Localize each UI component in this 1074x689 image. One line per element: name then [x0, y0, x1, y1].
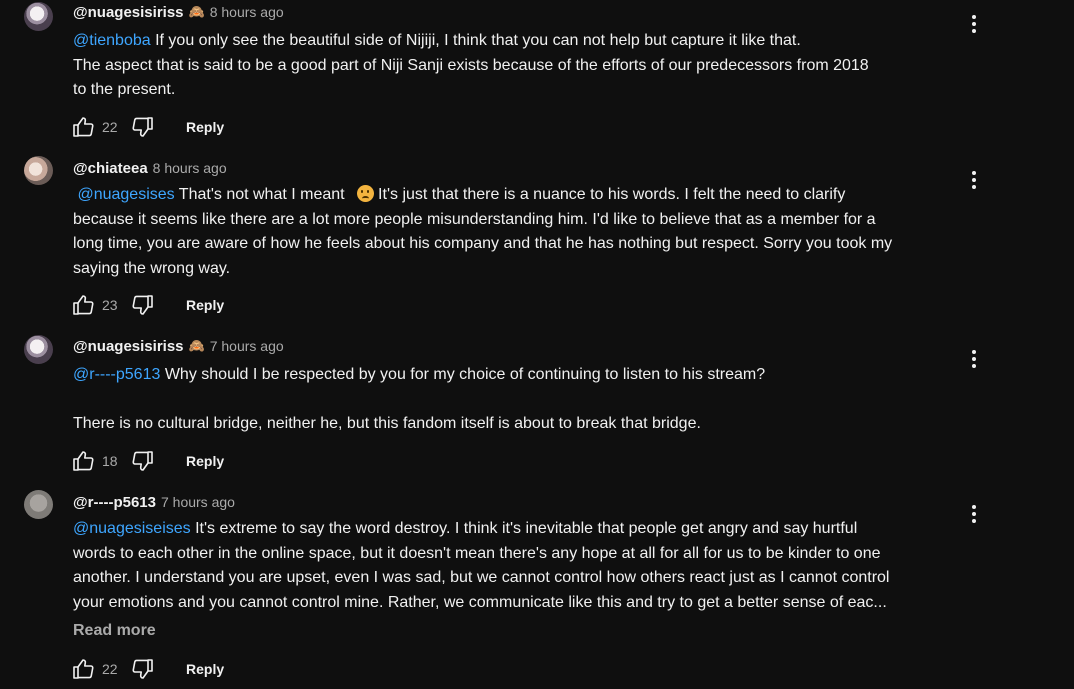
like-count: 23 [102, 297, 118, 313]
more-vertical-icon[interactable] [962, 502, 986, 526]
mention-link[interactable]: @r----p5613 [73, 366, 160, 383]
mention-link[interactable]: @nuagesises [77, 186, 174, 203]
avatar[interactable] [24, 2, 53, 31]
mention-link[interactable]: @nuagesiseises [73, 520, 191, 537]
comment-toolbar: 22 Reply [70, 113, 224, 141]
more-vertical-icon[interactable] [962, 168, 986, 192]
timestamp[interactable]: 8 hours ago [153, 160, 227, 176]
comment-toolbar: 18 Reply [70, 447, 224, 475]
like-count: 18 [102, 453, 118, 469]
member-badge-icon: 🙈 [188, 338, 205, 353]
member-badge-icon: 🙈 [188, 4, 205, 19]
reply-button[interactable]: Reply [186, 119, 224, 135]
avatar[interactable] [24, 156, 53, 185]
author-name[interactable]: @nuagesisiriss [73, 338, 184, 355]
timestamp[interactable]: 8 hours ago [210, 4, 284, 20]
comment-header: @nuagesisiriss 🙈 8 hours ago [73, 2, 284, 22]
comment-header: @r----p5613 7 hours ago [73, 492, 235, 512]
comment-toolbar: 23 Reply [70, 291, 224, 319]
comment-header: @chiateea 8 hours ago [73, 158, 227, 178]
comment-text: @nuagesises That's not what I meant It's… [73, 185, 893, 277]
reply-button[interactable]: Reply [186, 661, 224, 677]
thumbs-up-icon[interactable] [70, 656, 96, 682]
frowning-face-icon [357, 185, 375, 202]
author-name[interactable]: @chiateea [73, 160, 148, 177]
avatar[interactable] [24, 335, 53, 364]
reply-button[interactable]: Reply [186, 297, 224, 313]
thumbs-down-icon[interactable] [130, 292, 156, 318]
thumbs-down-icon[interactable] [130, 448, 156, 474]
more-vertical-icon[interactable] [962, 12, 986, 36]
more-vertical-icon[interactable] [962, 347, 986, 371]
read-more-button[interactable]: Read more [73, 622, 156, 640]
timestamp[interactable]: 7 hours ago [161, 494, 235, 510]
thumbs-up-icon[interactable] [70, 292, 96, 318]
thumbs-down-icon[interactable] [130, 656, 156, 682]
reply-button[interactable]: Reply [186, 453, 224, 469]
author-name[interactable]: @r----p5613 [73, 494, 156, 511]
like-count: 22 [102, 119, 118, 135]
comment-text: @nuagesiseises It's extreme to say the w… [73, 520, 890, 611]
thumbs-down-icon[interactable] [130, 114, 156, 140]
comment-toolbar: 22 Reply [70, 655, 224, 683]
comment-text: @tienboba If you only see the beautiful … [73, 32, 869, 98]
author-name[interactable]: @nuagesisiriss [73, 4, 184, 21]
comment-header: @nuagesisiriss 🙈 7 hours ago [73, 336, 284, 356]
comment-text: @r----p5613 Why should I be respected by… [73, 366, 766, 432]
thumbs-up-icon[interactable] [70, 114, 96, 140]
mention-link[interactable]: @tienboba [73, 32, 151, 49]
avatar[interactable] [24, 490, 53, 519]
like-count: 22 [102, 661, 118, 677]
thumbs-up-icon[interactable] [70, 448, 96, 474]
timestamp[interactable]: 7 hours ago [210, 338, 284, 354]
